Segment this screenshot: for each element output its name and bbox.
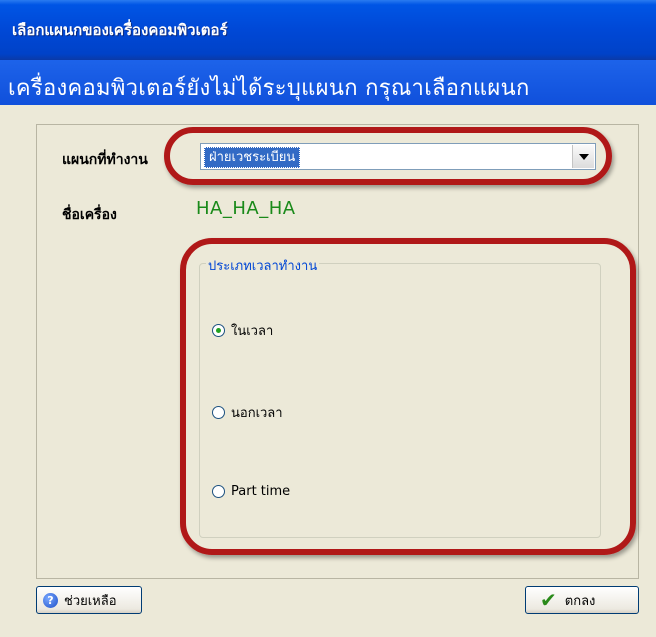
check-icon: ✔ <box>540 588 557 612</box>
ok-button-label: ตกลง <box>564 593 596 609</box>
help-button[interactable]: ? ช่วยเหลือ <box>36 586 142 614</box>
highlight-oval-department <box>164 127 612 185</box>
help-icon: ? <box>43 592 58 608</box>
dialog-window: เลือกแผนกของเครื่องคอมพิวเตอร์ เครื่องคอ… <box>0 0 656 637</box>
ok-button[interactable]: ✔ ตกลง <box>525 586 639 614</box>
machine-name-value: HA_HA_HA <box>196 198 296 219</box>
title-bar[interactable]: เลือกแผนกของเครื่องคอมพิวเตอร์ <box>0 0 656 60</box>
machine-label: ชื่อเครื่อง <box>62 207 117 223</box>
help-button-label: ช่วยเหลือ <box>64 593 117 609</box>
header-message: เครื่องคอมพิวเตอร์ยังไม่ได้ระบุแผนก กรุณ… <box>8 76 530 101</box>
highlight-box-work-time <box>180 238 636 555</box>
department-label: แผนกที่ทำงาน <box>62 152 148 168</box>
window-title: เลือกแผนกของเครื่องคอมพิวเตอร์ <box>12 21 228 39</box>
header-banner: เครื่องคอมพิวเตอร์ยังไม่ได้ระบุแผนก กรุณ… <box>0 60 656 105</box>
